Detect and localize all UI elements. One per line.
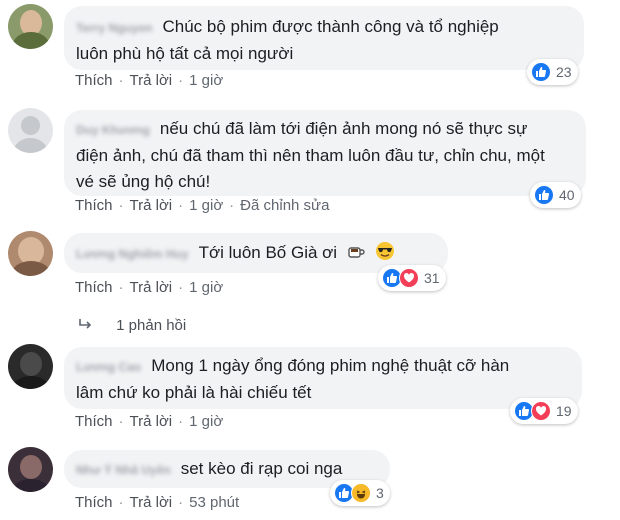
comment-bubble: Terry Nguyen Chúc bộ phim được thành công… xyxy=(64,6,584,70)
like-button[interactable]: Thích xyxy=(75,494,113,511)
comment-author[interactable]: Terry Nguyen xyxy=(76,15,152,41)
comment-text-line-3: vé sẽ ủng hộ chú! xyxy=(76,172,211,191)
avatar[interactable] xyxy=(8,344,53,389)
like-button[interactable]: Thích xyxy=(75,279,113,296)
comment-text-line-1: Chúc bộ phim được thành công và tổ nghiệ… xyxy=(162,17,499,36)
reaction-count: 31 xyxy=(424,270,440,286)
reaction-summary[interactable]: 23 xyxy=(527,59,578,85)
comment-text-line-2: lâm chứ ko phải là hài chiếu tết xyxy=(76,383,312,402)
comment-text-line-2: điện ảnh, chú đã tham thì nên tham luôn … xyxy=(76,146,545,165)
replies-count-label: 1 phản hồi xyxy=(116,317,187,334)
comment-author[interactable]: Lương Nghiêm Huy xyxy=(76,241,189,267)
timestamp[interactable]: 1 giờ xyxy=(189,197,223,214)
like-icon xyxy=(534,185,554,205)
comment-author[interactable]: Duy Khương xyxy=(76,117,150,143)
comment-text-line-1: set kèo đi rạp coi nga xyxy=(180,459,343,478)
comment-actions: Thích · Trả lời · 53 phút xyxy=(75,494,240,511)
reply-button[interactable]: Trả lời xyxy=(130,279,173,296)
comment-text-line-2: luôn phù hộ tất cả mọi người xyxy=(76,44,294,63)
avatar[interactable] xyxy=(8,447,53,492)
like-button[interactable]: Thích xyxy=(75,413,113,430)
reply-button[interactable]: Trả lời xyxy=(130,72,173,89)
edited-label[interactable]: Đã chỉnh sửa xyxy=(240,197,329,214)
love-icon xyxy=(531,401,551,421)
comment-actions: Thích · Trả lời · 1 giờ · Đã chỉnh sửa xyxy=(75,197,330,214)
timestamp[interactable]: 53 phút xyxy=(189,494,239,511)
comment-text-line-1: Mong 1 ngày ổng đóng phim nghệ thuật cỡ … xyxy=(151,356,510,375)
timestamp[interactable]: 1 giờ xyxy=(189,279,223,296)
like-button[interactable]: Thích xyxy=(75,197,113,214)
reaction-summary[interactable]: 3 xyxy=(330,480,390,506)
reply-arrow-icon xyxy=(78,318,100,336)
comment-bubble: Lương Cao Mong 1 ngày ổng đóng phim nghệ … xyxy=(64,347,582,409)
reaction-summary[interactable]: 40 xyxy=(530,182,581,208)
reaction-summary[interactable]: 31 xyxy=(378,265,446,291)
hot-beverage-icon xyxy=(346,241,366,261)
timestamp[interactable]: 1 giờ xyxy=(189,72,223,89)
comment-author[interactable]: Lương Cao xyxy=(76,354,141,380)
avatar[interactable] xyxy=(8,108,53,153)
reaction-summary[interactable]: 19 xyxy=(510,398,578,424)
timestamp[interactable]: 1 giờ xyxy=(189,413,223,430)
reply-button[interactable]: Trả lời xyxy=(130,494,173,511)
reply-button[interactable]: Trả lời xyxy=(130,197,173,214)
comment-text-line-1: nếu chú đã làm tới điện ảnh mong nó sẽ t… xyxy=(159,119,528,138)
reaction-count: 40 xyxy=(559,187,575,203)
reaction-count: 3 xyxy=(376,485,384,501)
reply-button[interactable]: Trả lời xyxy=(130,413,173,430)
avatar[interactable] xyxy=(8,231,53,276)
reaction-count: 19 xyxy=(556,403,572,419)
love-icon xyxy=(399,268,419,288)
view-replies-link[interactable]: 1 phản hồi xyxy=(78,317,186,336)
comment-author[interactable]: Như Ý Nhã Uyên xyxy=(76,457,171,483)
like-button[interactable]: Thích xyxy=(75,72,113,89)
comment-actions: Thích · Trả lời · 1 giờ xyxy=(75,279,224,296)
reaction-count: 23 xyxy=(556,64,572,80)
sunglasses-face-icon xyxy=(375,241,395,261)
like-icon xyxy=(531,62,551,82)
comment-actions: Thích · Trả lời · 1 giờ xyxy=(75,413,224,430)
avatar[interactable] xyxy=(8,4,53,49)
haha-icon xyxy=(351,483,371,503)
comment-text-line-1: Tới luôn Bố Già ơi xyxy=(198,243,338,262)
comment-bubble: Duy Khương nếu chú đã làm tới điện ảnh mo… xyxy=(64,110,586,196)
comment-actions: Thích · Trả lời · 1 giờ xyxy=(75,72,224,89)
